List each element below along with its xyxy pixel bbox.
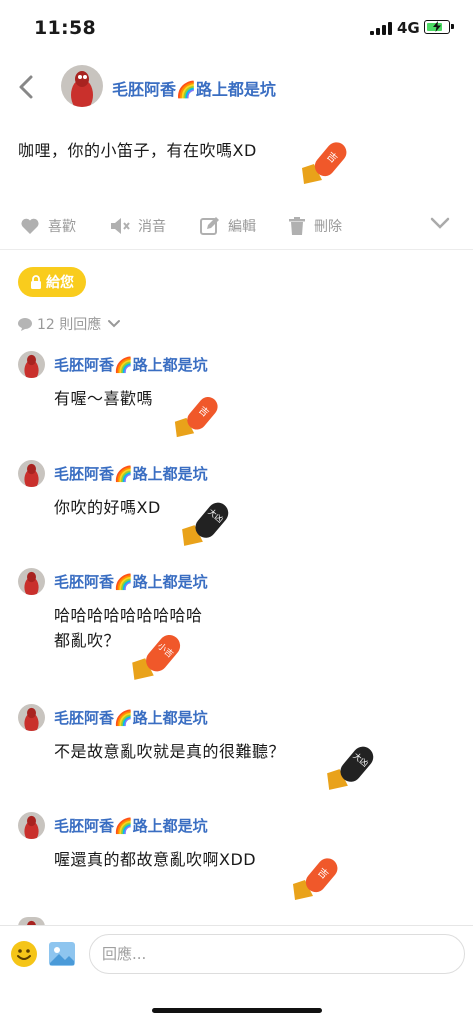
sticker-orange: 小吉 xyxy=(130,626,184,686)
post-actions: 喜歡 消音 編輯 刪除 xyxy=(0,208,473,248)
comment-avatar[interactable] xyxy=(18,812,45,839)
signal-icon xyxy=(370,22,392,35)
comment-author[interactable]: 毛胚阿香🌈路上都是坑 xyxy=(54,463,208,484)
sticker-black: 大凶 xyxy=(180,494,232,552)
like-button[interactable]: 喜歡 xyxy=(20,216,76,236)
edit-label: 編輯 xyxy=(228,219,256,235)
edit-icon xyxy=(200,217,219,235)
status-bar: 11:58 4G xyxy=(0,0,473,56)
reply-input[interactable] xyxy=(89,934,465,974)
home-indicator xyxy=(152,1008,322,1013)
reply-count-toggle[interactable]: 12 則回應 xyxy=(18,314,126,334)
comment-avatar[interactable] xyxy=(18,460,45,487)
comment-text: 有喔～喜歡嗎 xyxy=(54,389,154,408)
comment-icon xyxy=(18,317,32,331)
back-button[interactable] xyxy=(12,72,42,102)
author-avatar[interactable] xyxy=(61,65,103,107)
reply-bar xyxy=(0,925,473,1024)
sticker-orange: 吉 xyxy=(300,134,350,190)
comment-text: 喔還真的都故意亂吹啊XDD xyxy=(54,850,257,869)
network-type: 4G xyxy=(397,19,420,37)
comment-avatar[interactable] xyxy=(18,351,45,378)
comment-author[interactable]: 毛胚阿香🌈路上都是坑 xyxy=(54,815,208,836)
lock-icon xyxy=(31,275,41,289)
divider xyxy=(0,249,473,250)
heart-icon xyxy=(21,218,39,234)
post-body: 咖哩，你的小笛子，有在吹嗎XD xyxy=(18,141,257,160)
image-icon xyxy=(49,942,75,966)
post-author[interactable]: 毛胚阿香🌈路上都是坑 xyxy=(112,76,276,100)
comment-avatar[interactable] xyxy=(18,568,45,595)
battery-icon xyxy=(424,20,454,34)
post-header: 毛胚阿香🌈路上都是坑 xyxy=(0,56,473,116)
chevron-left-icon xyxy=(19,75,33,99)
chevron-down-icon xyxy=(108,320,121,328)
delete-label: 刪除 xyxy=(314,219,342,235)
sticker-orange: 吉 xyxy=(172,389,222,443)
sticker-orange: 吉 xyxy=(290,850,342,906)
sticker-black: 大凶 xyxy=(325,738,377,796)
comment-text: 你吹的好嗎XD xyxy=(54,498,161,517)
comment-author[interactable]: 毛胚阿香🌈路上都是坑 xyxy=(54,571,208,592)
mute-label: 消音 xyxy=(138,219,166,235)
status-time: 11:58 xyxy=(34,17,96,39)
give-label: 給您 xyxy=(46,275,74,291)
mute-button[interactable]: 消音 xyxy=(110,216,166,236)
comment-avatar[interactable] xyxy=(18,704,45,731)
reply-count-label: 12 則回應 xyxy=(37,317,102,333)
comment-text: 不是故意亂吹就是真的很難聽？ xyxy=(54,742,286,761)
more-options-button[interactable] xyxy=(430,216,458,230)
like-label: 喜歡 xyxy=(48,219,76,235)
comment-author[interactable]: 毛胚阿香🌈路上都是坑 xyxy=(54,707,208,728)
emoji-button[interactable] xyxy=(10,940,38,968)
edit-button[interactable]: 編輯 xyxy=(200,216,256,236)
smiley-icon xyxy=(11,941,37,967)
trash-icon xyxy=(289,217,305,235)
delete-button[interactable]: 刪除 xyxy=(288,216,342,236)
speaker-mute-icon xyxy=(111,218,130,234)
give-button[interactable]: 給您 xyxy=(18,267,86,297)
image-upload-button[interactable] xyxy=(48,941,76,967)
chevron-down-icon xyxy=(430,217,450,229)
comment-author[interactable]: 毛胚阿香🌈路上都是坑 xyxy=(54,354,208,375)
